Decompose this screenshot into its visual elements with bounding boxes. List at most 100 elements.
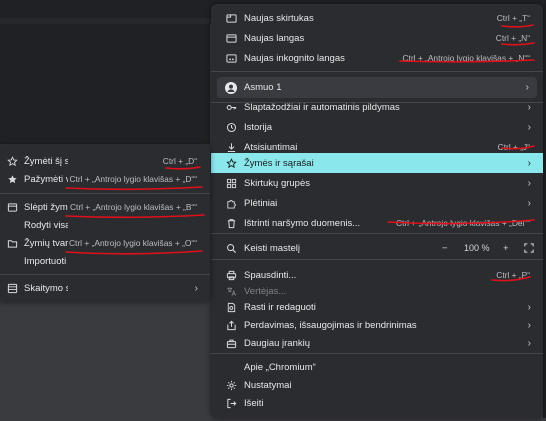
- menu-item-zoom: Keisti mastelį − 100 % +: [211, 238, 543, 258]
- separator: [0, 274, 210, 275]
- submenu-item-reading-list[interactable]: Skaitymo sąrašas ›: [0, 278, 210, 298]
- history-icon: [225, 121, 237, 133]
- bookmark-all-label: Pažymėti visus skirtukus: [24, 173, 68, 185]
- empty-icon: [7, 255, 18, 267]
- tab-groups-label: Skirtukų grupės: [244, 177, 311, 189]
- exit-label: Išeiti: [244, 397, 264, 409]
- share-icon: [225, 319, 237, 331]
- hide-bar-shortcut: Ctrl + „Antrojo lygio klavišas + „B““: [69, 202, 197, 212]
- more-tools-label: Daugiau įrankių: [244, 337, 311, 349]
- menu-item-about[interactable]: Apie „Chromium“: [211, 357, 543, 377]
- print-label: Spausdinti...: [244, 269, 297, 281]
- clear-data-label: Ištrinti naršymo duomenis...: [244, 217, 361, 229]
- new-tab-label: Naujas skirtukas: [244, 12, 314, 24]
- trash-icon: [225, 217, 237, 229]
- menu-item-new-tab[interactable]: Naujas skirtukas Ctrl + „T“: [211, 8, 543, 28]
- incognito-shortcut: Ctrl + „Antrojo lygio klavišas + „N““: [402, 53, 530, 63]
- menu-item-new-window[interactable]: Naujas langas Ctrl + „N“: [211, 28, 543, 48]
- settings-label: Nustatymai: [244, 379, 292, 391]
- import-label: Importuoti žymes ir nustatymus: [24, 255, 68, 267]
- zoom-icon: [225, 242, 237, 254]
- menu-item-bookmarks[interactable]: Žymės ir sąrašai ›: [211, 153, 543, 173]
- incognito-label: Naujas inkognito langas: [244, 52, 345, 64]
- chevron-right-icon: ›: [527, 337, 531, 349]
- manager-label: Žymių tvarkytuvė: [24, 237, 68, 249]
- empty-icon: [7, 219, 18, 231]
- menu-item-clear-data[interactable]: Ištrinti naršymo duomenis... Ctrl + „Ant…: [211, 213, 543, 233]
- translate-icon: [225, 285, 237, 297]
- bookmark-bar-icon: [7, 201, 18, 213]
- exit-icon: [225, 397, 237, 409]
- menu-item-history[interactable]: Istorija ›: [211, 117, 543, 137]
- about-icon-placeholder: [225, 361, 237, 373]
- menu-item-find-edit[interactable]: Rasti ir redaguoti ›: [211, 297, 543, 317]
- person-icon: [225, 81, 237, 94]
- new-tab-shortcut: Ctrl + „T“: [496, 13, 530, 23]
- zoom-in-button[interactable]: +: [503, 238, 509, 258]
- menu-item-incognito[interactable]: Naujas inkognito langas Ctrl + „Antrojo …: [211, 48, 543, 68]
- new-window-label: Naujas langas: [244, 32, 305, 44]
- menu-item-tab-groups[interactable]: Skirtukų grupės ›: [211, 173, 543, 193]
- show-all-label: Rodyti visas žymes: [24, 219, 68, 231]
- history-label: Istorija: [244, 121, 272, 133]
- new-window-shortcut: Ctrl + „N“: [495, 33, 530, 43]
- downloads-label: Atsisiuntimai: [244, 141, 298, 153]
- tab-groups-icon: [225, 177, 237, 189]
- submenu-item-hide-bar[interactable]: Slėpti žymių juostą Ctrl + „Antrojo lygi…: [0, 197, 210, 217]
- print-shortcut: Ctrl + „P“: [496, 270, 530, 280]
- submenu-item-bookmark-tab[interactable]: Žymėti šį skirtuką Ctrl + „D“: [0, 151, 210, 171]
- find-edit-label: Rasti ir redaguoti: [244, 301, 316, 313]
- chevron-right-icon: ›: [527, 101, 531, 113]
- star-icon: [225, 157, 237, 169]
- separator: [211, 353, 543, 354]
- menu-item-passwords[interactable]: Slaptažodžiai ir automatinis pildymas ›: [211, 97, 543, 117]
- menu-item-more-tools[interactable]: Daugiau įrankių ›: [211, 333, 543, 353]
- chevron-right-icon: ›: [194, 282, 198, 294]
- menu-item-settings[interactable]: Nustatymai: [211, 375, 543, 395]
- menu-item-cast-save-share[interactable]: Perdavimas, išsaugojimas ir bendrinimas …: [211, 315, 543, 335]
- manager-shortcut: Ctrl + „Antrojo lygio klavišas + „O““: [69, 238, 197, 248]
- chevron-right-icon: ›: [527, 121, 531, 133]
- submenu-item-bookmark-all[interactable]: Pažymėti visus skirtukus Ctrl + „Antrojo…: [0, 169, 210, 189]
- fullscreen-icon[interactable]: [524, 238, 534, 258]
- printer-icon: [225, 269, 237, 281]
- bookmark-all-shortcut: Ctrl + „Antrojo lygio klavišas + „D““: [69, 174, 197, 184]
- chevron-right-icon: ›: [527, 301, 531, 313]
- separator: [0, 193, 210, 194]
- bookmarks-submenu: Žymėti šį skirtuką Ctrl + „D“ Pažymėti v…: [0, 145, 210, 302]
- toolbox-icon: [225, 337, 237, 349]
- submenu-item-import[interactable]: Importuoti žymes ir nustatymus: [0, 251, 210, 271]
- hide-bar-label: Slėpti žymių juostą: [24, 201, 68, 213]
- chevron-right-icon: ›: [525, 82, 529, 93]
- download-icon: [225, 141, 237, 153]
- page-background: [0, 24, 210, 144]
- puzzle-icon: [225, 197, 237, 209]
- about-label: Apie „Chromium“: [244, 361, 316, 373]
- zoom-label: Keisti mastelį: [244, 242, 300, 254]
- chevron-right-icon: ›: [527, 177, 531, 189]
- zoom-out-button[interactable]: −: [442, 238, 448, 258]
- cast-save-share-label: Perdavimas, išsaugojimas ir bendrinimas: [244, 319, 417, 331]
- star-icon: [7, 155, 18, 167]
- reading-list-icon: [7, 282, 18, 294]
- translate-label: Vertėjas...: [244, 285, 287, 297]
- menu-item-exit[interactable]: Išeiti: [211, 393, 543, 413]
- bookmark-tab-label: Žymėti šį skirtuką: [24, 155, 68, 167]
- menu-item-extensions[interactable]: Plėtiniai ›: [211, 193, 543, 213]
- find-icon: [225, 301, 237, 313]
- chevron-right-icon: ›: [527, 197, 531, 209]
- profile-label: Asmuo 1: [244, 82, 282, 93]
- menu-item-profile[interactable]: Asmuo 1 ›: [217, 77, 537, 98]
- separator: [211, 71, 543, 72]
- reading-list-label: Skaitymo sąrašas: [24, 282, 68, 294]
- new-window-icon: [225, 32, 237, 44]
- new-tab-icon: [225, 12, 237, 24]
- chrome-main-menu: Naujas skirtukas Ctrl + „T“ Naujas langa…: [211, 4, 543, 418]
- submenu-item-show-all[interactable]: Rodyti visas žymes: [0, 215, 210, 235]
- extensions-label: Plėtiniai: [244, 197, 278, 209]
- separator: [211, 233, 543, 234]
- incognito-icon: [225, 52, 237, 64]
- passwords-label: Slaptažodžiai ir automatinis pildymas: [244, 101, 400, 113]
- submenu-item-manager[interactable]: Žymių tvarkytuvė Ctrl + „Antrojo lygio k…: [0, 233, 210, 253]
- star-filled-icon: [7, 173, 18, 185]
